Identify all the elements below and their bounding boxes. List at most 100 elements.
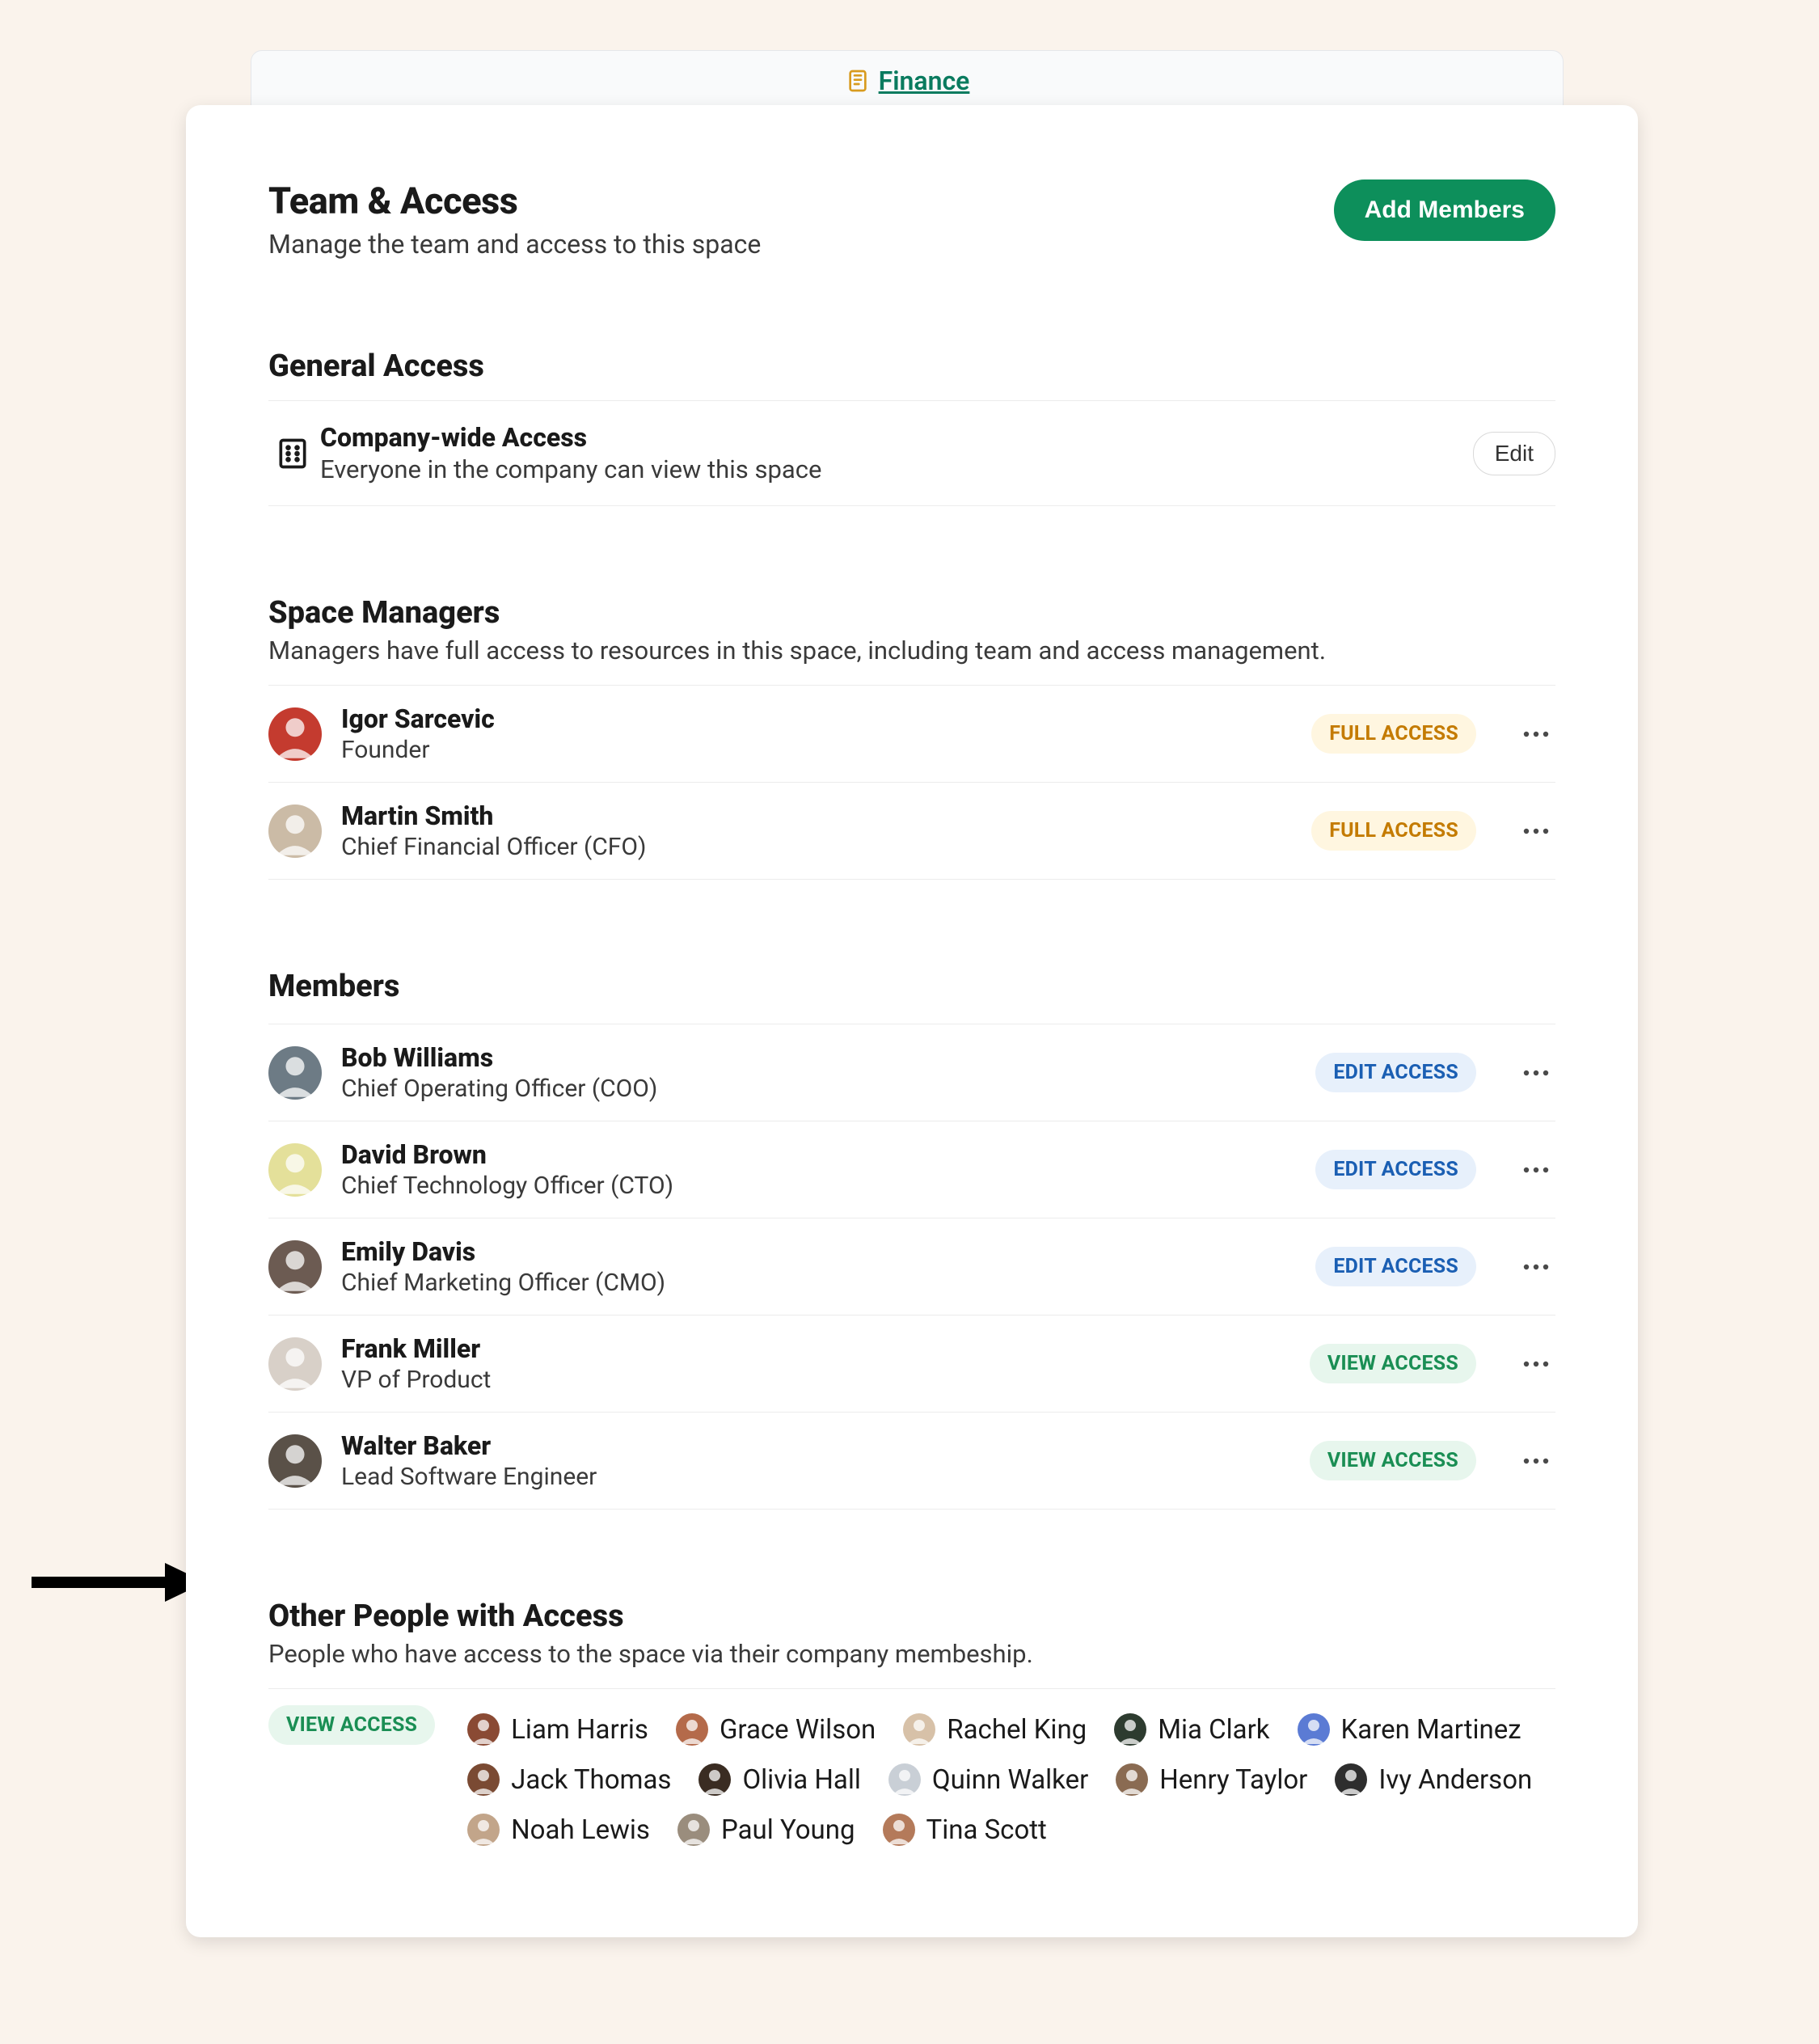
breadcrumb[interactable]: Finance [251,50,1564,112]
avatar [268,1143,322,1197]
member-name: Walter Baker [341,1430,1290,1461]
other-person[interactable]: Quinn Walker [888,1763,1088,1796]
space-icon [845,68,871,94]
other-person-name: Karen Martinez [1341,1714,1521,1746]
other-person[interactable]: Jack Thomas [467,1763,671,1796]
access-badge: FULL ACCESS [1311,811,1476,851]
avatar [676,1713,708,1746]
member-row: Igor Sarcevic Founder FULL ACCESS [268,685,1555,783]
other-person-name: Mia Clark [1158,1714,1269,1746]
general-access-subtitle: Everyone in the company can view this sp… [320,454,1473,484]
more-options-icon[interactable] [1517,1151,1555,1189]
member-name: David Brown [341,1139,1296,1170]
other-person-name: Tina Scott [926,1814,1047,1846]
member-row: Frank Miller VP of Product VIEW ACCESS [268,1316,1555,1413]
space-managers-subtitle: Managers have full access to resources i… [268,636,1555,665]
member-role: Lead Software Engineer [341,1463,1290,1491]
other-person[interactable]: Rachel King [903,1713,1087,1746]
avatar [888,1763,921,1796]
add-members-button[interactable]: Add Members [1334,179,1555,241]
member-role: Chief Financial Officer (CFO) [341,833,1292,861]
other-person[interactable]: Karen Martinez [1298,1713,1521,1746]
others-subtitle: People who have access to the space via … [268,1639,1555,1669]
others-heading: Other People with Access [268,1598,1555,1634]
avatar [467,1713,500,1746]
avatar [677,1814,710,1846]
avatar [467,1763,500,1796]
members-heading: Members [268,969,1555,1004]
avatar [1114,1713,1146,1746]
more-options-icon[interactable] [1517,1248,1555,1286]
member-name: Martin Smith [341,800,1292,831]
other-person[interactable]: Paul Young [677,1814,855,1846]
more-options-icon[interactable] [1517,1345,1555,1383]
other-person-name: Olivia Hall [742,1764,860,1796]
breadcrumb-link[interactable]: Finance [879,65,970,96]
other-person-name: Liam Harris [511,1714,648,1746]
member-name: Bob Williams [341,1042,1296,1073]
access-badge: FULL ACCESS [1311,714,1476,754]
avatar [268,1046,322,1100]
more-options-icon[interactable] [1517,812,1555,851]
avatar [268,1337,322,1391]
more-options-icon[interactable] [1517,1054,1555,1092]
other-person[interactable]: Grace Wilson [676,1713,876,1746]
other-person[interactable]: Olivia Hall [698,1763,860,1796]
avatar [698,1763,731,1796]
other-person-name: Noah Lewis [511,1814,650,1846]
other-person-name: Jack Thomas [511,1764,671,1796]
other-person-name: Ivy Anderson [1378,1764,1532,1796]
member-role: Chief Technology Officer (CTO) [341,1172,1296,1200]
other-person[interactable]: Ivy Anderson [1335,1763,1532,1796]
avatar [268,1434,322,1488]
avatar [467,1814,500,1846]
general-access-row: Company-wide Access Everyone in the comp… [268,400,1555,506]
other-person[interactable]: Henry Taylor [1116,1763,1307,1796]
avatar [903,1713,935,1746]
other-person-name: Grace Wilson [720,1714,876,1746]
page-subtitle: Manage the team and access to this space [268,229,761,260]
avatar [883,1814,915,1846]
more-options-icon[interactable] [1517,1442,1555,1480]
member-row: David Brown Chief Technology Officer (CT… [268,1121,1555,1218]
member-role: Chief Operating Officer (COO) [341,1075,1296,1103]
other-person-name: Henry Taylor [1159,1764,1307,1796]
team-access-card: Team & Access Manage the team and access… [186,105,1638,1937]
general-access-heading: General Access [268,348,1555,384]
access-badge: EDIT ACCESS [1315,1247,1476,1286]
other-person[interactable]: Mia Clark [1114,1713,1269,1746]
avatar [1116,1763,1148,1796]
member-role: Founder [341,736,1292,764]
other-person-name: Rachel King [947,1714,1087,1746]
arrow-icon [27,1558,205,1607]
member-name: Igor Sarcevic [341,703,1292,734]
other-person-name: Paul Young [721,1814,855,1846]
building-icon [275,436,310,471]
member-name: Emily Davis [341,1236,1296,1267]
member-name: Frank Miller [341,1333,1290,1364]
avatar [1335,1763,1367,1796]
edit-general-access-button[interactable]: Edit [1473,432,1555,475]
avatar [268,805,322,858]
member-row: Emily Davis Chief Marketing Officer (CMO… [268,1218,1555,1316]
access-badge: EDIT ACCESS [1315,1150,1476,1189]
avatar [268,707,322,761]
more-options-icon[interactable] [1517,715,1555,754]
avatar [268,1240,322,1294]
avatar [1298,1713,1330,1746]
access-badge: VIEW ACCESS [1310,1441,1476,1480]
member-row: Bob Williams Chief Operating Officer (CO… [268,1024,1555,1121]
member-row: Walter Baker Lead Software Engineer VIEW… [268,1413,1555,1510]
access-badge: VIEW ACCESS [1310,1344,1476,1383]
access-badge: EDIT ACCESS [1315,1053,1476,1092]
member-role: VP of Product [341,1366,1290,1394]
page-title: Team & Access [268,179,761,222]
space-managers-heading: Space Managers [268,595,1555,631]
other-person-name: Quinn Walker [932,1764,1088,1796]
other-person[interactable]: Noah Lewis [467,1814,650,1846]
other-person[interactable]: Liam Harris [467,1713,648,1746]
other-person[interactable]: Tina Scott [883,1814,1047,1846]
others-access-badge: VIEW ACCESS [268,1705,435,1745]
general-access-title: Company-wide Access [320,422,1473,453]
member-role: Chief Marketing Officer (CMO) [341,1269,1296,1297]
